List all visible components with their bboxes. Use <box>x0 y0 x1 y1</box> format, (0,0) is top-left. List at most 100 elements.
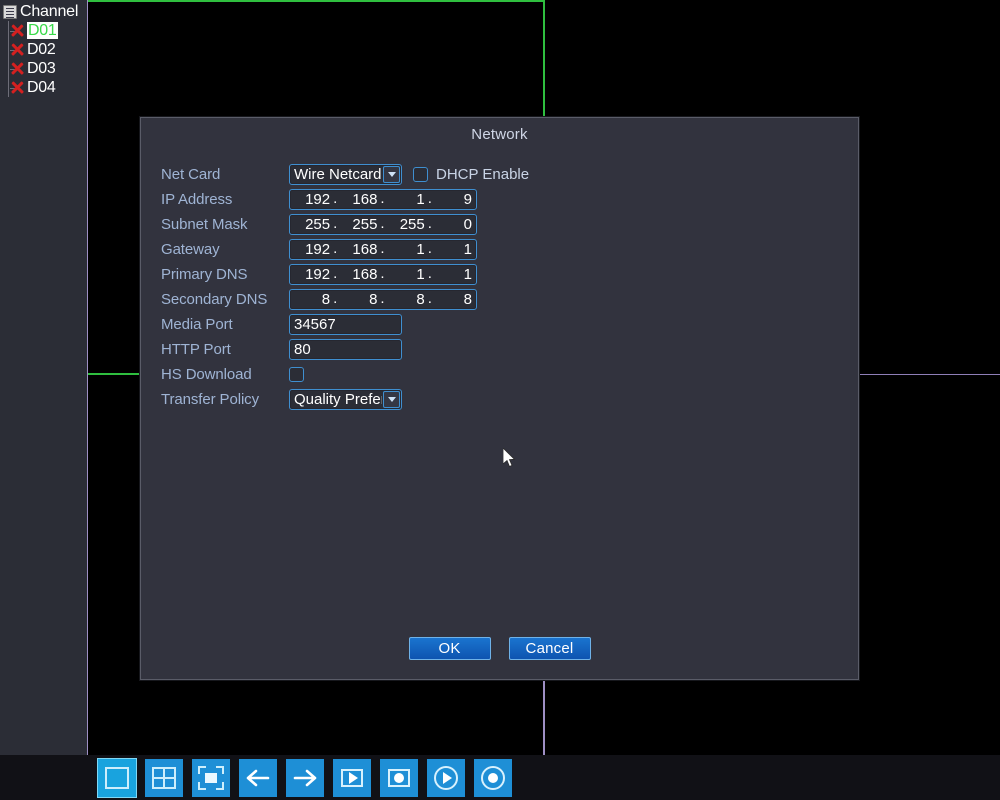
ip-octet-3[interactable]: 1 <box>387 190 427 209</box>
red-x-icon <box>9 60 26 77</box>
ip-dot: . <box>380 214 385 232</box>
ip-dot: . <box>333 239 338 257</box>
form-row-hs-download: HS Download <box>161 362 529 387</box>
ip-dot: . <box>427 189 432 207</box>
pdns-octet-4[interactable]: 1 <box>434 265 474 284</box>
pdns-octet-2[interactable]: 168 <box>339 265 379 284</box>
form-row-primary-dns: Primary DNS 192. 168. 1. 1 <box>161 262 529 287</box>
arrow-left-icon[interactable] <box>239 759 277 797</box>
gateway-input[interactable]: 192. 168. 1. 1 <box>289 239 477 260</box>
form-row-media-port: Media Port 34567 <box>161 312 529 337</box>
form-row-ip-address: IP Address 192. 168. 1. 9 <box>161 187 529 212</box>
arrow-right-icon[interactable] <box>286 759 324 797</box>
ip-dot: . <box>380 189 385 207</box>
media-port-label: Media Port <box>161 316 233 333</box>
pdns-octet-3[interactable]: 1 <box>387 265 427 284</box>
sdns-octet-1[interactable]: 8 <box>292 290 332 309</box>
ip-address-label: IP Address <box>161 191 233 208</box>
subnet-octet-2[interactable]: 255 <box>339 215 379 234</box>
record-circle-icon[interactable] <box>474 759 512 797</box>
pdns-octet-1[interactable]: 192 <box>292 265 332 284</box>
ip-dot: . <box>380 239 385 257</box>
subnet-octet-4[interactable]: 0 <box>434 215 474 234</box>
channel-item-d02[interactable]: D02 <box>2 40 87 59</box>
form-row-gateway: Gateway 192. 168. 1. 1 <box>161 237 529 262</box>
ip-octet-1[interactable]: 192 <box>292 190 332 209</box>
channel-item-d04[interactable]: D04 <box>2 78 87 97</box>
form-row-net-card: Net Card Wire Netcard DHCP Enable <box>161 162 529 187</box>
red-x-icon <box>9 22 26 39</box>
gateway-label: Gateway <box>161 241 220 258</box>
channel-list: D01 D02 D03 D04 <box>0 21 87 97</box>
ok-button[interactable]: OK <box>408 637 491 660</box>
ip-dot: . <box>333 214 338 232</box>
gateway-octet-3[interactable]: 1 <box>387 240 427 259</box>
zoom-region-icon[interactable] <box>192 759 230 797</box>
http-port-value: 80 <box>294 341 311 358</box>
channel-label: D03 <box>27 60 56 77</box>
channel-header: Channel <box>0 0 87 21</box>
channel-panel: Channel D01 D02 D03 D04 <box>0 0 88 755</box>
gateway-octet-4[interactable]: 1 <box>434 240 474 259</box>
transfer-policy-label: Transfer Policy <box>161 391 259 408</box>
channel-label: D01 <box>27 22 59 39</box>
ip-dot: . <box>333 289 338 307</box>
channel-label: D04 <box>27 79 56 96</box>
single-view-icon[interactable] <box>97 758 137 798</box>
dialog-button-row: OK Cancel <box>141 637 858 660</box>
subnet-octet-1[interactable]: 255 <box>292 215 332 234</box>
sdns-octet-2[interactable]: 8 <box>339 290 379 309</box>
channel-item-d03[interactable]: D03 <box>2 59 87 78</box>
form-row-secondary-dns: Secondary DNS 8. 8. 8. 8 <box>161 287 529 312</box>
net-card-label: Net Card <box>161 166 221 183</box>
http-port-input[interactable]: 80 <box>289 339 402 360</box>
channel-label: D02 <box>27 41 56 58</box>
cancel-button[interactable]: Cancel <box>508 637 591 660</box>
transfer-policy-value: Quality Prefer <box>294 391 382 408</box>
form-row-http-port: HTTP Port 80 <box>161 337 529 362</box>
network-dialog: Network Net Card Wire Netcard DHCP Enabl… <box>140 117 859 680</box>
subnet-octet-3[interactable]: 255 <box>387 215 427 234</box>
ip-dot: . <box>380 289 385 307</box>
quad-view-icon[interactable] <box>145 759 183 797</box>
primary-dns-label: Primary DNS <box>161 266 248 283</box>
secondary-dns-input[interactable]: 8. 8. 8. 8 <box>289 289 477 310</box>
play-circle-icon[interactable] <box>427 759 465 797</box>
subnet-mask-label: Subnet Mask <box>161 216 248 233</box>
dvr-screen: Channel D01 D02 D03 D04 Network Net Card… <box>0 0 1000 800</box>
form-row-transfer-policy: Transfer Policy Quality Prefer <box>161 387 529 412</box>
mouse-pointer-icon <box>503 448 516 468</box>
gateway-octet-2[interactable]: 168 <box>339 240 379 259</box>
hs-download-label: HS Download <box>161 366 252 383</box>
media-port-value: 34567 <box>294 316 336 333</box>
dhcp-enable-checkbox[interactable] <box>413 167 428 182</box>
ip-octet-2[interactable]: 168 <box>339 190 379 209</box>
ip-dot: . <box>427 239 432 257</box>
media-port-input[interactable]: 34567 <box>289 314 402 335</box>
ip-octet-4[interactable]: 9 <box>434 190 474 209</box>
transfer-policy-select[interactable]: Quality Prefer <box>289 389 402 410</box>
record-square-icon[interactable] <box>380 759 418 797</box>
gateway-octet-1[interactable]: 192 <box>292 240 332 259</box>
dhcp-enable-group[interactable]: DHCP Enable <box>413 165 529 184</box>
channel-item-d01[interactable]: D01 <box>2 21 87 40</box>
primary-dns-input[interactable]: 192. 168. 1. 1 <box>289 264 477 285</box>
sdns-octet-4[interactable]: 8 <box>434 290 474 309</box>
channel-header-label: Channel <box>20 2 79 20</box>
play-square-icon[interactable] <box>333 759 371 797</box>
net-card-value: Wire Netcard <box>294 166 382 183</box>
chevron-down-icon[interactable] <box>383 166 400 183</box>
network-form: Net Card Wire Netcard DHCP Enable IP Add… <box>161 162 529 412</box>
sdns-octet-3[interactable]: 8 <box>387 290 427 309</box>
subnet-mask-input[interactable]: 255. 255. 255. 0 <box>289 214 477 235</box>
chevron-down-icon[interactable] <box>383 391 400 408</box>
red-x-icon <box>9 79 26 96</box>
form-row-subnet-mask: Subnet Mask 255. 255. 255. 0 <box>161 212 529 237</box>
ip-address-input[interactable]: 192. 168. 1. 9 <box>289 189 477 210</box>
bottom-toolbar <box>0 755 1000 800</box>
ip-dot: . <box>333 189 338 207</box>
net-card-select[interactable]: Wire Netcard <box>289 164 402 185</box>
dhcp-enable-label: DHCP Enable <box>436 166 530 183</box>
hs-download-checkbox[interactable] <box>289 367 304 382</box>
ip-dot: . <box>427 264 432 282</box>
